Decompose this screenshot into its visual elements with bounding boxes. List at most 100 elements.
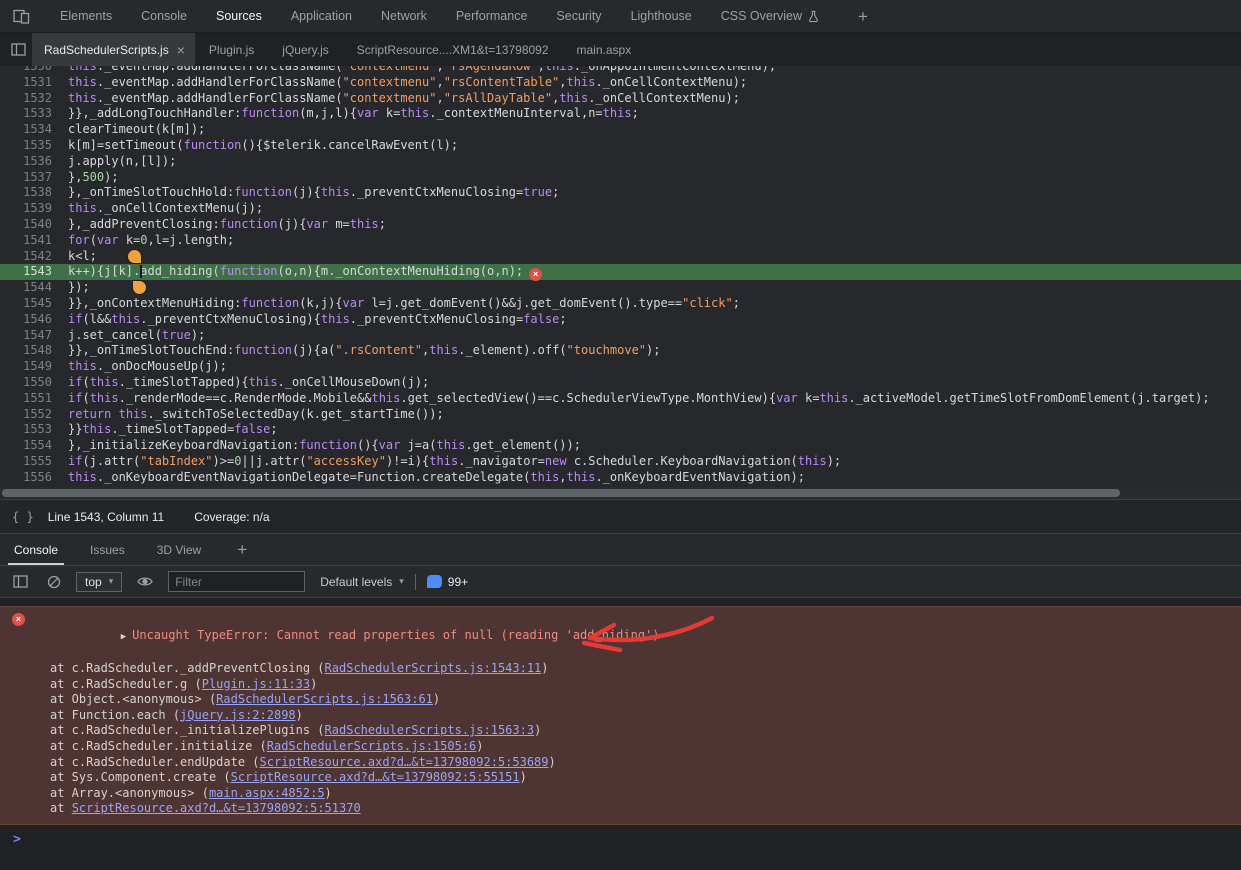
line-number[interactable]: 1551: [0, 391, 52, 407]
add-panel-icon[interactable]: +: [850, 8, 876, 25]
line-number[interactable]: 1541: [0, 233, 52, 249]
line-number[interactable]: 1534: [0, 122, 52, 138]
selection-handle-upper[interactable]: [128, 250, 141, 263]
horizontal-scrollbar[interactable]: [0, 487, 1241, 499]
toggle-navigator-icon[interactable]: [4, 37, 32, 63]
drawer-tab-issues[interactable]: Issues: [78, 534, 137, 565]
file-tab-main-aspx[interactable]: main.aspx: [563, 33, 646, 66]
tab-network[interactable]: Network: [371, 0, 437, 32]
code-line-1538[interactable]: 1538},_onTimeSlotTouchHold:function(j){t…: [0, 185, 1241, 201]
code-line-1531[interactable]: 1531this._eventMap.addHandlerForClassNam…: [0, 75, 1241, 91]
line-number[interactable]: 1539: [0, 201, 52, 217]
tab-application[interactable]: Application: [281, 0, 362, 32]
source-link[interactable]: ScriptResource.axd?d…&t=13798092:5:55151: [231, 770, 520, 784]
code-line-1547[interactable]: 1547j.set_cancel(true);: [0, 328, 1241, 344]
clear-console-icon[interactable]: [43, 569, 65, 595]
file-tab-jquery-js[interactable]: jQuery.js: [268, 33, 342, 66]
code-line-1550[interactable]: 1550if(this._timeSlotTapped){this._onCel…: [0, 375, 1241, 391]
tab-console[interactable]: Console: [131, 0, 197, 32]
line-number[interactable]: 1549: [0, 359, 52, 375]
source-link[interactable]: ScriptResource.axd?d…&t=13798092:5:51370: [72, 801, 361, 815]
live-expression-eye-icon[interactable]: [133, 569, 157, 595]
line-number[interactable]: 1546: [0, 312, 52, 328]
file-tab-scriptresource-xm1-t-13798092[interactable]: ScriptResource....XM1&t=13798092: [343, 33, 563, 66]
line-number[interactable]: 1530: [0, 66, 52, 75]
toggle-device-toolbar-icon[interactable]: [6, 3, 36, 29]
context-selector[interactable]: top ▾: [76, 572, 122, 592]
code-line-1552[interactable]: 1552return this._switchToSelectedDay(k.g…: [0, 407, 1241, 423]
code-line-1535[interactable]: 1535k[m]=setTimeout(function(){$telerik.…: [0, 138, 1241, 154]
code-line-1541[interactable]: 1541for(var k=0,l=j.length;: [0, 233, 1241, 249]
code-line-1534[interactable]: 1534clearTimeout(k[m]);: [0, 122, 1241, 138]
code-line-1530[interactable]: 1530this._eventMap.addHandlerForClassNam…: [0, 66, 1241, 75]
code-line-1542[interactable]: 1542k<l;: [0, 249, 1241, 265]
line-number[interactable]: 1533: [0, 106, 52, 122]
code-line-1553[interactable]: 1553}}this._timeSlotTapped=false;: [0, 422, 1241, 438]
scrollbar-thumb[interactable]: [2, 489, 1120, 497]
line-number[interactable]: 1536: [0, 154, 52, 170]
code-line-1555[interactable]: 1555if(j.attr("tabIndex")>=0||j.attr("ac…: [0, 454, 1241, 470]
tab-performance[interactable]: Performance: [446, 0, 538, 32]
line-number[interactable]: 1538: [0, 185, 52, 201]
code-line-1556[interactable]: 1556this._onKeyboardEventNavigationDeleg…: [0, 470, 1241, 486]
log-levels-dropdown[interactable]: Default levels ▾: [320, 575, 404, 589]
line-number[interactable]: 1542: [0, 249, 52, 265]
code-line-1543[interactable]: 1543k++){j[k].add_hiding(function(o,n){m…: [0, 264, 1241, 280]
issues-counter[interactable]: 99+: [427, 575, 468, 589]
pretty-print-button[interactable]: { }: [12, 510, 34, 524]
console-sidebar-icon[interactable]: [8, 569, 32, 595]
source-link[interactable]: main.aspx:4852:5: [209, 786, 325, 800]
line-number[interactable]: 1531: [0, 75, 52, 91]
source-link[interactable]: ScriptResource.axd?d…&t=13798092:5:53689: [260, 755, 549, 769]
add-drawer-tab-icon[interactable]: +: [229, 541, 255, 558]
tab-css-overview[interactable]: CSS Overview: [711, 0, 829, 32]
code-line-1540[interactable]: 1540},_addPreventClosing:function(j){var…: [0, 217, 1241, 233]
source-link[interactable]: jQuery.js:2:2898: [180, 708, 296, 722]
tab-lighthouse[interactable]: Lighthouse: [621, 0, 702, 32]
line-number[interactable]: 1556: [0, 470, 52, 486]
line-number[interactable]: 1545: [0, 296, 52, 312]
tab-security[interactable]: Security: [546, 0, 611, 32]
code-line-1548[interactable]: 1548}},_onTimeSlotTouchEnd:function(j){a…: [0, 343, 1241, 359]
line-number[interactable]: 1552: [0, 407, 52, 423]
tab-sources[interactable]: Sources: [206, 0, 272, 32]
code-line-1537[interactable]: 1537},500);: [0, 170, 1241, 186]
source-link[interactable]: RadSchedulerScripts.js:1563:3: [325, 723, 535, 737]
expand-triangle-icon[interactable]: ▶: [121, 629, 126, 645]
code-line-1544[interactable]: 1544});: [0, 280, 1241, 296]
code-line-1545[interactable]: 1545}},_onContextMenuHiding:function(k,j…: [0, 296, 1241, 312]
source-link[interactable]: RadSchedulerScripts.js:1563:61: [216, 692, 433, 706]
code-line-1536[interactable]: 1536j.apply(n,[l]);: [0, 154, 1241, 170]
line-number[interactable]: 1548: [0, 343, 52, 359]
code-editor[interactable]: 1530this._eventMap.addHandlerForClassNam…: [0, 66, 1241, 487]
code-line-1546[interactable]: 1546if(l&&this._preventCtxMenuClosing){t…: [0, 312, 1241, 328]
file-tab-radschedulerscripts-js[interactable]: RadSchedulerScripts.js×: [32, 33, 195, 66]
line-number[interactable]: 1540: [0, 217, 52, 233]
code-line-1549[interactable]: 1549this._onDocMouseUp(j);: [0, 359, 1241, 375]
code-line-1539[interactable]: 1539this._onCellContextMenu(j);: [0, 201, 1241, 217]
line-number[interactable]: 1544: [0, 280, 52, 296]
code-line-1554[interactable]: 1554},_initializeKeyboardNavigation:func…: [0, 438, 1241, 454]
close-tab-icon[interactable]: ×: [177, 43, 185, 57]
drawer-tab-console[interactable]: Console: [2, 534, 70, 565]
source-link[interactable]: RadSchedulerScripts.js:1543:11: [325, 661, 542, 675]
file-tab-plugin-js[interactable]: Plugin.js: [195, 33, 268, 66]
line-number[interactable]: 1535: [0, 138, 52, 154]
line-number[interactable]: 1537: [0, 170, 52, 186]
tab-elements[interactable]: Elements: [50, 0, 122, 32]
source-link[interactable]: RadSchedulerScripts.js:1505:6: [267, 739, 477, 753]
line-number[interactable]: 1547: [0, 328, 52, 344]
line-number[interactable]: 1543: [0, 264, 52, 280]
line-number[interactable]: 1554: [0, 438, 52, 454]
line-number[interactable]: 1550: [0, 375, 52, 391]
drawer-tab-3d-view[interactable]: 3D View: [145, 534, 213, 565]
error-badge-icon[interactable]: ×: [529, 268, 542, 281]
filter-input[interactable]: [168, 571, 305, 592]
line-number[interactable]: 1532: [0, 91, 52, 107]
code-line-1551[interactable]: 1551if(this._renderMode==c.RenderMode.Mo…: [0, 391, 1241, 407]
source-link[interactable]: Plugin.js:11:33: [202, 677, 310, 691]
line-number[interactable]: 1553: [0, 422, 52, 438]
code-line-1532[interactable]: 1532this._eventMap.addHandlerForClassNam…: [0, 91, 1241, 107]
console-prompt-chevron[interactable]: >: [0, 825, 1241, 847]
code-line-1533[interactable]: 1533}},_addLongTouchHandler:function(m,j…: [0, 106, 1241, 122]
